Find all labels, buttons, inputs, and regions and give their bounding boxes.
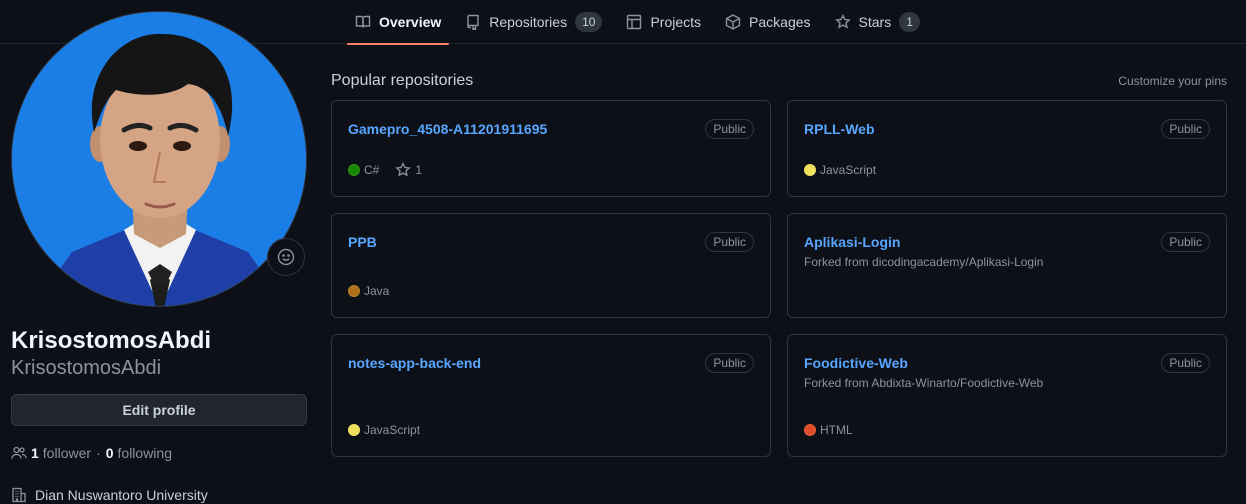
tab-label: Overview [379,14,442,30]
avatar[interactable] [11,11,307,307]
package-icon [725,14,741,30]
language-color-dot [804,164,816,176]
star-icon [834,14,851,29]
repo-card: Foodictive-Web Public Forked from Abdixt… [787,334,1227,457]
repo-language: C# [364,163,380,177]
followers-link[interactable]: 1 follower [31,445,91,461]
language-color-dot [348,285,360,297]
repo-language: HTML [820,423,853,437]
tab-packages[interactable]: Packages [717,0,818,44]
tab-stars[interactable]: Stars 1 [827,0,928,44]
people-icon [11,446,27,459]
profile-tabs: Overview Repositories 10 Projects Packag… [347,0,936,45]
table-icon [627,14,642,30]
stargazers-link[interactable]: 1 [395,162,422,178]
visibility-badge: Public [705,119,754,139]
repo-name-link[interactable]: Foodictive-Web [804,354,908,372]
tab-repositories[interactable]: Repositories 10 [457,0,610,44]
tab-label: Packages [749,14,811,30]
profile-page: Overview Repositories 10 Projects Packag… [0,0,1246,504]
repo-card: RPLL-Web Public JavaScript [787,100,1227,197]
repo-card: Gamepro_4508-A11201911695 Public C# 1 [331,100,771,197]
visibility-badge: Public [1161,232,1210,252]
forked-from-text[interactable]: Forked from Abdixta-Winarto/Foodictive-W… [804,375,1043,391]
book-icon [355,15,371,28]
repo-card: PPB Public Java [331,213,771,318]
tab-overview[interactable]: Overview [347,0,450,45]
repo-name-link[interactable]: Aplikasi-Login [804,233,900,251]
followers-label: follower [42,445,92,461]
repo-meta: Java [348,283,389,299]
repo-language: Java [364,284,390,298]
visibility-badge: Public [1161,353,1210,373]
profile-fullname: KrisostomosAbdi [11,327,212,354]
set-status-button[interactable] [267,238,305,276]
language-color-dot [348,164,360,176]
organization-name: Dian Nuswantoro University [35,487,208,503]
avatar-photo [12,12,306,306]
repo-name-link[interactable]: notes-app-back-end [348,354,481,372]
following-count: 0 [105,445,114,461]
organization-icon [12,487,26,503]
tab-projects[interactable]: Projects [618,0,709,44]
tab-label: Stars [858,14,892,30]
star-count: 1 [415,163,423,177]
repo-meta: JavaScript [348,422,420,438]
language-color-dot [804,424,816,436]
stars-count-badge: 1 [899,12,920,32]
repo-name-link[interactable]: RPLL-Web [804,120,875,138]
follow-stats: 1 follower · 0 following [11,444,172,462]
repo-language: JavaScript [364,423,421,437]
repositories-count-badge: 10 [575,12,603,32]
edit-profile-button[interactable]: Edit profile [11,394,307,426]
repo-meta: C# 1 [348,162,422,178]
followers-count: 1 [31,445,39,461]
following-label: following [117,445,172,461]
repo-card: notes-app-back-end Public JavaScript [331,334,771,457]
tab-label: Projects [650,14,702,30]
star-icon [395,162,412,177]
smiley-icon [277,248,295,266]
repo-language: JavaScript [820,163,877,177]
profile-username: KrisostomosAbdi [11,357,162,379]
tab-label: Repositories [489,14,568,30]
popular-repositories-title: Popular repositories [331,72,474,89]
repo-meta: HTML [804,422,853,438]
repo-meta: JavaScript [804,162,876,178]
repo-icon [467,14,479,30]
forked-from-text[interactable]: Forked from dicodingacademy/Aplikasi-Log… [804,254,1043,270]
repo-name-link[interactable]: Gamepro_4508-A11201911695 [348,120,547,138]
following-link[interactable]: 0 following [106,445,172,461]
language-color-dot [348,424,360,436]
visibility-badge: Public [705,353,754,373]
profile-organization: Dian Nuswantoro University [11,486,208,504]
follow-separator: · [96,445,101,461]
repo-card: Aplikasi-Login Public Forked from dicodi… [787,213,1227,318]
customize-pins-link[interactable]: Customize your pins [1118,73,1227,89]
visibility-badge: Public [1161,119,1210,139]
repo-name-link[interactable]: PPB [348,233,377,251]
visibility-badge: Public [705,232,754,252]
